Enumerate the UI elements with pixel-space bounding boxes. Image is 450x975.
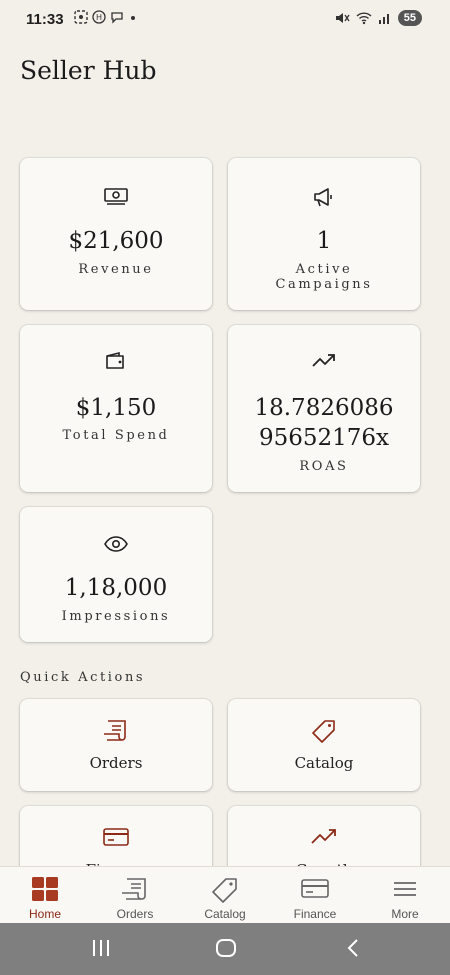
status-time: 11:33 bbox=[26, 11, 64, 28]
bottom-nav: Home Orders Catalog Finance More bbox=[0, 866, 450, 924]
eye-icon bbox=[20, 535, 212, 553]
stat-value-line1: 18.7826086 bbox=[254, 395, 394, 421]
mute-icon bbox=[335, 13, 350, 23]
credit-card-icon bbox=[270, 877, 360, 901]
megaphone-icon bbox=[228, 186, 420, 208]
stat-value: 1 bbox=[316, 228, 332, 254]
tag-icon bbox=[180, 877, 270, 903]
stat-label: Impressions bbox=[61, 609, 171, 624]
money-icon bbox=[20, 186, 212, 206]
receipt-icon bbox=[90, 877, 180, 903]
stat-label: Revenue bbox=[78, 262, 154, 277]
quick-actions-title: Quick Actions bbox=[20, 670, 146, 685]
stat-label-line1: Active bbox=[295, 262, 353, 277]
tag-icon bbox=[228, 719, 420, 745]
chat-icon bbox=[111, 12, 123, 24]
nav-label: Orders bbox=[116, 907, 154, 921]
stat-label-line2: Campaigns bbox=[275, 277, 373, 292]
screenshot-icon bbox=[74, 10, 88, 24]
nav-label: More bbox=[391, 907, 419, 921]
svg-text:H: H bbox=[96, 13, 102, 22]
stat-value: $1,150 bbox=[75, 395, 157, 421]
wifi-icon bbox=[356, 12, 372, 25]
trending-up-icon bbox=[228, 828, 420, 846]
nav-label: Catalog bbox=[204, 907, 246, 921]
stat-card-active-campaigns[interactable]: 1 Active Campaigns bbox=[228, 158, 420, 310]
nav-item-finance[interactable]: Finance bbox=[270, 867, 360, 924]
trending-up-icon bbox=[228, 351, 420, 369]
battery-indicator: 55 bbox=[397, 10, 422, 26]
menu-icon bbox=[360, 877, 450, 901]
system-nav-bar bbox=[0, 923, 450, 975]
nav-label: Finance bbox=[293, 907, 337, 921]
nav-item-more[interactable]: More bbox=[360, 867, 450, 924]
stat-card-roas[interactable]: 18.7826086 95652176x ROAS bbox=[228, 325, 420, 492]
nav-label: Home bbox=[28, 907, 61, 921]
stat-card-total-spend[interactable]: $1,150 Total Spend bbox=[20, 325, 212, 492]
receipt-icon bbox=[20, 719, 212, 743]
quick-action-orders[interactable]: Orders bbox=[20, 699, 212, 791]
stat-label: Total Spend bbox=[62, 428, 170, 443]
recent-apps-icon[interactable] bbox=[90, 937, 112, 959]
back-icon[interactable] bbox=[343, 937, 365, 959]
grid-icon bbox=[0, 877, 90, 901]
stat-card-revenue[interactable]: $21,600 Revenue bbox=[20, 158, 212, 310]
signal-icon bbox=[378, 14, 389, 24]
status-bar: 11:33 H 55 bbox=[0, 0, 450, 40]
h-badge-icon: H bbox=[92, 10, 106, 24]
dot-icon bbox=[131, 16, 135, 20]
quick-action-label: Orders bbox=[89, 754, 143, 772]
stat-value: 1,18,000 bbox=[64, 575, 168, 601]
stat-label: ROAS bbox=[299, 459, 349, 474]
home-button-icon[interactable] bbox=[215, 937, 237, 959]
stat-value: $21,600 bbox=[68, 228, 164, 254]
notification-icons: H bbox=[74, 10, 138, 24]
nav-item-home[interactable]: Home bbox=[0, 867, 90, 924]
stat-card-impressions[interactable]: 1,18,000 Impressions bbox=[20, 507, 212, 642]
wallet-icon bbox=[20, 351, 212, 371]
page-title: Seller Hub bbox=[20, 56, 157, 85]
nav-item-catalog[interactable]: Catalog bbox=[180, 867, 270, 924]
quick-action-label: Catalog bbox=[294, 754, 354, 772]
credit-card-icon bbox=[20, 826, 212, 848]
stat-value-line2: 95652176x bbox=[258, 425, 390, 451]
nav-item-orders[interactable]: Orders bbox=[90, 867, 180, 924]
quick-action-catalog[interactable]: Catalog bbox=[228, 699, 420, 791]
